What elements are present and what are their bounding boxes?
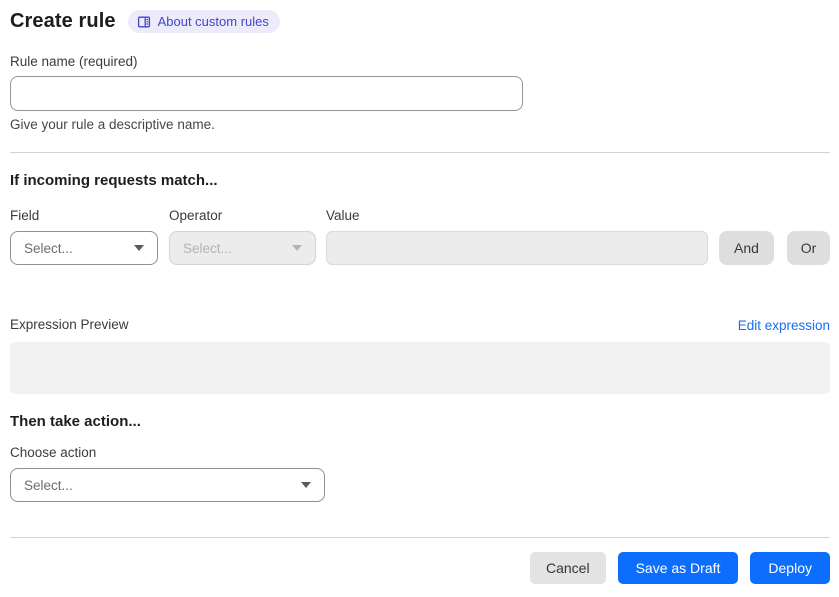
match-condition-row: Field Select... Operator Select... Value…: [10, 208, 830, 265]
page-header: Create rule About custom rules: [10, 10, 830, 33]
expression-preview-header: Expression Preview Edit expression: [10, 317, 830, 333]
edit-expression-link[interactable]: Edit expression: [738, 318, 830, 333]
section-divider-top: [10, 152, 830, 153]
field-column: Field Select...: [10, 208, 169, 265]
match-section-heading: If incoming requests match...: [10, 172, 218, 189]
choose-action-value: Select...: [24, 477, 73, 493]
and-button[interactable]: And: [719, 231, 774, 265]
chevron-down-icon: [292, 245, 302, 251]
field-select[interactable]: Select...: [10, 231, 158, 265]
operator-select-value: Select...: [183, 240, 232, 256]
save-as-draft-button[interactable]: Save as Draft: [617, 552, 739, 584]
page-title: Create rule: [10, 10, 116, 32]
operator-label: Operator: [169, 208, 223, 223]
about-custom-rules-label: About custom rules: [157, 14, 269, 29]
value-input[interactable]: [326, 231, 708, 265]
rule-name-section: Rule name (required) Give your rule a de…: [10, 54, 830, 132]
field-select-value: Select...: [24, 240, 73, 256]
rule-name-input[interactable]: [10, 76, 523, 111]
create-rule-page: Create rule About custom rules Rule name…: [0, 0, 839, 596]
section-divider-bottom: [10, 537, 830, 538]
expression-preview-label: Expression Preview: [10, 317, 129, 332]
choose-action-label: Choose action: [10, 445, 97, 460]
expression-preview-box: [10, 342, 830, 394]
about-custom-rules-link[interactable]: About custom rules: [127, 10, 280, 33]
action-section-heading: Then take action...: [10, 413, 141, 430]
value-label: Value: [326, 208, 360, 223]
deploy-button[interactable]: Deploy: [750, 552, 830, 584]
chevron-down-icon: [301, 482, 311, 488]
docs-book-icon: [137, 15, 151, 29]
operator-column: Operator Select...: [169, 208, 326, 265]
footer-actions: Cancel Save as Draft Deploy: [10, 552, 830, 584]
choose-action-select[interactable]: Select...: [10, 468, 325, 502]
or-button[interactable]: Or: [787, 231, 830, 265]
operator-select[interactable]: Select...: [169, 231, 316, 265]
rule-name-label: Rule name (required): [10, 54, 138, 69]
value-column: Value: [326, 208, 719, 265]
rule-name-helper: Give your rule a descriptive name.: [10, 117, 215, 132]
field-label: Field: [10, 208, 40, 223]
cancel-button[interactable]: Cancel: [529, 552, 606, 584]
chevron-down-icon: [134, 245, 144, 251]
